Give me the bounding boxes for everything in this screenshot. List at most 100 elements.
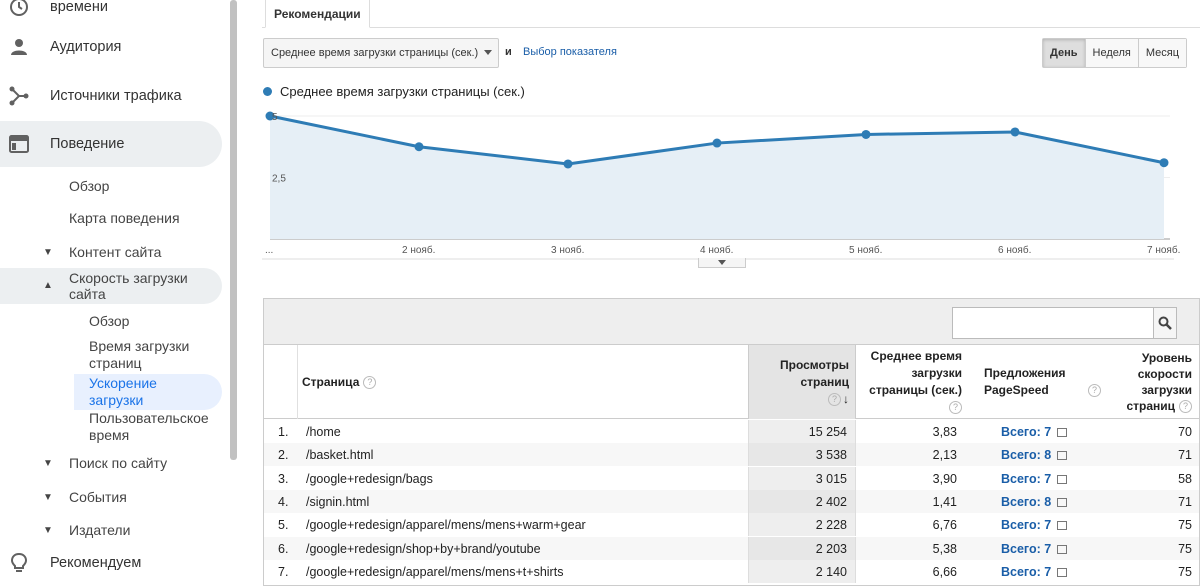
row-avg-time: 3,83 [932, 425, 957, 439]
row-page-link[interactable]: /basket.html [306, 448, 373, 462]
data-point [1159, 158, 1169, 168]
table-row[interactable]: 4. /signin.html 2 402 1,41 Всего: 8 71 [264, 489, 1199, 513]
row-avg-time: 3,90 [932, 471, 957, 486]
sidebar-item-label: Поведение [50, 136, 125, 152]
row-pagespeed-label: Всего: 7 [1001, 541, 1052, 556]
sidebar-item-site-speed[interactable]: Скорость загрузки сайта [69, 270, 209, 302]
header-page[interactable]: Страница? [302, 345, 742, 419]
header-pagespeed[interactable]: Предложения PageSpeed? [984, 345, 1104, 419]
help-icon[interactable]: ? [363, 375, 377, 389]
row-avg-time: 6,76 [932, 518, 957, 533]
external-link-icon[interactable] [1057, 451, 1068, 461]
clock-icon [8, 0, 30, 18]
metric-select-value: Среднее время загрузки страницы (сек.) [271, 47, 479, 59]
table-row[interactable]: 2. /basket.html 3 538 2,13 Всего: 8 71 [264, 443, 1199, 467]
table-row[interactable]: 5. /google+redesign/apparel/mens/mens+war… [264, 513, 1199, 537]
sidebar-item-behavior[interactable]: Поведение [0, 121, 222, 167]
row-index: 6. [278, 541, 289, 556]
person-icon [8, 36, 30, 58]
legend-label: Среднее время загрузки страницы (сек.) [280, 84, 525, 99]
sidebar-item-site-search[interactable]: Поиск по сайту [69, 455, 167, 471]
row-pagespeed-link[interactable]: Всего: 7 [1001, 541, 1068, 556]
row-pagespeed-label: Всего: 8 [1001, 448, 1052, 463]
row-pagespeed-link[interactable]: Всего: 7 [1001, 472, 1068, 486]
help-icon[interactable]: ? [828, 392, 841, 406]
row-pagespeed-link[interactable]: Всего: 8 [1001, 494, 1068, 509]
caret-down-icon: ▼ [43, 525, 53, 536]
sidebar-item-page-timings[interactable]: Время загрузки страниц [89, 338, 209, 372]
data-point [414, 142, 424, 152]
table-search-input[interactable] [952, 307, 1154, 339]
sidebar-item-discover[interactable]: Рекомендуем [0, 540, 222, 586]
sidebar-item-speed-suggestions[interactable]: Ускорение загрузки [89, 375, 189, 409]
tab-recommendations[interactable]: Рекомендации [265, 0, 370, 28]
row-views: 2 402 [748, 489, 856, 513]
sidebar-item-publishers[interactable]: Издатели [69, 522, 130, 538]
table-row[interactable]: 6. /google+redesign/shop+by+brand/youtube… [264, 536, 1199, 560]
row-page-link[interactable]: /google+redesign/bags [306, 472, 433, 486]
sidebar-item-behavior-overview[interactable]: Обзор [69, 178, 109, 194]
help-icon[interactable]: ? [1179, 400, 1192, 414]
header-avg-time[interactable]: Среднее время загрузки страницы (сек.)? [860, 345, 962, 419]
main-content: Рекомендации Среднее время загрузки стра… [252, 0, 1200, 586]
sidebar-item-acquisition[interactable]: Источники трафика [0, 73, 222, 119]
row-views: 3 015 [748, 466, 856, 490]
metric-select[interactable]: Среднее время загрузки страницы (сек.) [263, 38, 499, 68]
sidebar-item-site-content[interactable]: Контент сайта [69, 244, 161, 260]
and-label: и [505, 46, 512, 58]
row-avg-time: 5,38 [932, 541, 957, 556]
sort-down-icon[interactable]: ↓ [843, 392, 849, 406]
sidebar-item-speed-overview[interactable]: Обзор [89, 313, 129, 330]
external-link-icon[interactable] [1057, 497, 1068, 507]
external-link-icon[interactable] [1057, 567, 1068, 577]
pick-metric-link[interactable]: Выбор показателя [523, 46, 617, 58]
row-pagespeed-label: Всего: 8 [1001, 494, 1052, 509]
external-link-icon[interactable] [1057, 474, 1068, 484]
row-page-link[interactable]: /google+redesign/apparel/mens/mens+warm+… [306, 518, 586, 532]
table-row[interactable]: 7. /google+redesign/apparel/mens/mens+t+s… [264, 559, 1199, 583]
period-month-button[interactable]: Месяц [1137, 39, 1187, 67]
behavior-icon [8, 133, 30, 155]
row-page-link[interactable]: /google+redesign/shop+by+brand/youtube [306, 542, 541, 556]
external-link-icon[interactable] [1057, 544, 1068, 554]
row-page-link[interactable]: /home [306, 425, 341, 439]
line-chart: 5 2,5 ... 2 нояб. 3 нояб. 4 нояб. 5 нояб. 6 но… [262, 111, 1180, 260]
row-pagespeed-link[interactable]: Всего: 7 [1001, 518, 1068, 532]
row-views: 3 538 [748, 443, 856, 467]
sidebar-item-events[interactable]: События [69, 489, 127, 505]
row-page-link[interactable]: /google+redesign/apparel/mens/mens+t+shi… [306, 565, 563, 579]
header-speed-score[interactable]: Уровень скорости загрузки страниц? [1102, 345, 1192, 419]
search-button[interactable] [1153, 307, 1177, 339]
period-week-button[interactable]: Неделя [1084, 39, 1138, 67]
header-avg-time-label: Среднее время загрузки страницы (сек.) [869, 349, 962, 397]
row-pagespeed-link[interactable]: Всего: 7 [1001, 565, 1068, 579]
x-tick-label: 7 нояб. [1147, 244, 1180, 256]
row-page-link[interactable]: /signin.html [306, 495, 369, 509]
table-row[interactable]: 1. /home 15 254 3,83 Всего: 7 70 [264, 420, 1199, 443]
sidebar-item-behavior-map[interactable]: Карта поведения [69, 210, 180, 226]
row-speed-score: 75 [1178, 564, 1192, 579]
row-index: 1. [278, 425, 289, 439]
help-icon[interactable]: ? [1088, 384, 1101, 398]
help-icon[interactable]: ? [949, 401, 962, 415]
sidebar-item-label: времени [50, 0, 108, 15]
sidebar-item-label: Аудитория [50, 39, 122, 55]
row-avg-time: 1,41 [932, 494, 957, 509]
sidebar-scrollbar[interactable] [230, 0, 237, 460]
sidebar-item-user-timings[interactable]: Пользовательское время [89, 410, 224, 444]
header-views[interactable]: Просмотры страниц? ↓ [748, 345, 856, 419]
row-views: 2 140 [748, 559, 856, 583]
data-point [861, 129, 871, 139]
x-tick-label: 5 нояб. [849, 244, 882, 256]
period-day-button[interactable]: День [1043, 39, 1085, 67]
row-pagespeed-link[interactable]: Всего: 7 [1001, 425, 1068, 439]
external-link-icon[interactable] [1057, 428, 1068, 437]
external-link-icon[interactable] [1057, 521, 1068, 531]
row-pagespeed-link[interactable]: Всего: 8 [1001, 448, 1068, 463]
header-pagespeed-label: Предложения PageSpeed [984, 366, 1066, 397]
row-index: 2. [278, 448, 289, 463]
sidebar-item-audience[interactable]: Аудитория [0, 24, 222, 70]
chart-collapse-toggle[interactable] [698, 258, 746, 268]
table-row[interactable]: 3. /google+redesign/bags 3 015 3,90 Всего: 7… [264, 466, 1199, 490]
row-speed-score: 58 [1178, 471, 1192, 486]
